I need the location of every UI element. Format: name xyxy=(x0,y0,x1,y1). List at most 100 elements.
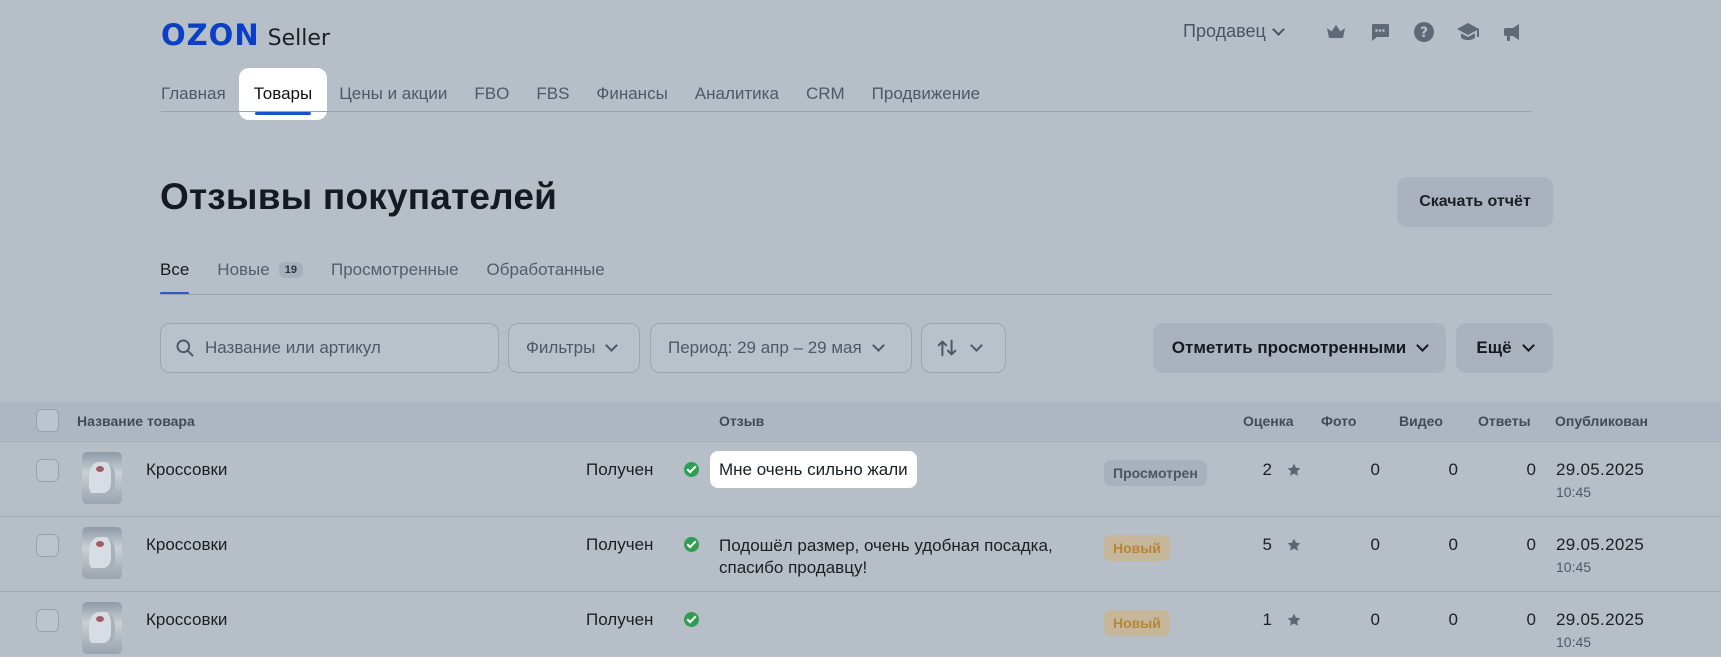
search-placeholder: Название или артикул xyxy=(205,338,381,357)
page-title: Отзывы покупателей xyxy=(160,176,558,217)
nav-item-fbo[interactable]: FBO xyxy=(474,77,509,111)
table-header: Название товара Отзыв Оценка Фото Видео … xyxy=(0,402,1721,440)
academy-icon[interactable] xyxy=(1455,19,1480,44)
crown-icon[interactable] xyxy=(1323,19,1348,44)
published-time: 10:45 xyxy=(1556,559,1592,575)
chevron-down-icon xyxy=(1416,339,1430,352)
nav-item-products[interactable]: Товары xyxy=(238,68,328,120)
column-rating[interactable]: Оценка xyxy=(1243,413,1294,429)
chevron-down-icon xyxy=(1271,22,1285,36)
rating-value: 2 xyxy=(1262,460,1272,479)
chevron-down-icon xyxy=(871,339,885,352)
product-thumbnail[interactable] xyxy=(82,527,122,579)
chevron-down-icon xyxy=(970,339,983,352)
column-published[interactable]: Опубликован xyxy=(1555,413,1648,429)
chevron-down-icon xyxy=(605,339,619,352)
nav-item-fbs[interactable]: FBS xyxy=(536,77,569,111)
video-count: 0 xyxy=(1448,460,1458,479)
review-text-line: Подошёл размер, очень удобная посадка, xyxy=(719,536,1053,555)
check-circle-icon xyxy=(684,537,699,552)
product-thumbnail[interactable] xyxy=(82,602,122,654)
help-icon[interactable]: ? xyxy=(1411,19,1436,44)
search-icon xyxy=(175,338,195,358)
check-circle-icon xyxy=(684,462,699,477)
answers-count: 0 xyxy=(1526,460,1536,479)
column-answers[interactable]: Ответы xyxy=(1478,413,1531,429)
more-button[interactable]: Ещё xyxy=(1456,323,1553,373)
mark-viewed-label: Отметить просмотренными xyxy=(1171,338,1407,357)
tab-viewed[interactable]: Просмотренные xyxy=(331,258,459,282)
megaphone-icon[interactable] xyxy=(1499,19,1524,44)
video-count: 0 xyxy=(1448,535,1458,554)
nav-item-prices[interactable]: Цены и акции xyxy=(339,77,447,111)
filters-label: Фильтры xyxy=(526,338,596,357)
nav-item-finance[interactable]: Финансы xyxy=(596,77,667,111)
nav-divider xyxy=(161,111,1531,112)
column-photo[interactable]: Фото xyxy=(1321,413,1356,429)
column-product[interactable]: Название товара xyxy=(77,413,195,429)
rating-value: 5 xyxy=(1262,535,1272,554)
published-time: 10:45 xyxy=(1556,634,1592,650)
period-label: Период: 29 апр – 29 мая xyxy=(668,338,862,357)
published-time: 10:45 xyxy=(1556,484,1592,500)
product-name[interactable]: Кроссовки xyxy=(146,535,227,555)
nav-item-analytics[interactable]: Аналитика xyxy=(695,77,779,111)
tab-processed-label: Обработанные xyxy=(486,260,605,279)
answers-count: 0 xyxy=(1526,535,1536,554)
ozon-seller-logo[interactable]: OZON Seller xyxy=(161,18,330,52)
status-badge: Новый xyxy=(1104,610,1170,636)
delivery-status: Получен xyxy=(586,535,654,554)
search-input[interactable]: Название или артикул xyxy=(160,323,499,373)
sort-icon xyxy=(936,337,958,359)
row-checkbox[interactable] xyxy=(36,609,59,632)
delivery-status: Получен xyxy=(586,460,654,479)
logo-ozon-text: OZON xyxy=(161,18,260,52)
table-row[interactable]: Кроссовки Получен Новый 1 0 0 0 29.05.20… xyxy=(0,591,1721,657)
table-row[interactable]: Кроссовки Получен Подошёл размер, очень … xyxy=(0,516,1721,591)
new-count-badge: 19 xyxy=(278,262,303,278)
answers-count: 0 xyxy=(1526,610,1536,629)
video-count: 0 xyxy=(1448,610,1458,629)
rating-value: 1 xyxy=(1262,610,1272,629)
nav-item-promotion[interactable]: Продвижение xyxy=(872,77,980,111)
period-dropdown[interactable]: Период: 29 апр – 29 мая xyxy=(650,323,912,373)
product-name[interactable]: Кроссовки xyxy=(146,610,227,630)
tab-processed[interactable]: Обработанные xyxy=(487,258,605,282)
tab-all[interactable]: Все xyxy=(160,258,190,295)
status-badge: Просмотрен xyxy=(1104,460,1207,486)
tab-viewed-label: Просмотренные xyxy=(330,260,459,279)
sort-dropdown[interactable] xyxy=(921,323,1006,373)
product-name[interactable]: Кроссовки xyxy=(146,460,227,480)
product-thumbnail[interactable] xyxy=(82,452,122,504)
chat-icon[interactable] xyxy=(1367,19,1392,44)
tab-all-label: Все xyxy=(160,260,190,279)
published-date: 29.05.2025 xyxy=(1556,535,1645,554)
star-icon xyxy=(1286,462,1302,478)
table-row[interactable]: Кроссовки Получен Мне очень сильно жали … xyxy=(0,441,1721,516)
photo-count: 0 xyxy=(1370,535,1380,554)
tab-new[interactable]: Новые 19 xyxy=(217,258,303,282)
select-all-checkbox[interactable] xyxy=(36,409,59,432)
tab-new-label: Новые xyxy=(217,260,270,279)
seller-menu-label: Продавец xyxy=(1183,21,1266,41)
star-icon xyxy=(1286,537,1302,553)
seller-menu[interactable]: Продавец xyxy=(1183,21,1285,42)
header-icons: ? xyxy=(1323,19,1524,44)
nav-item-crm[interactable]: CRM xyxy=(806,77,845,111)
review-text[interactable]: Мне очень сильно жали xyxy=(710,451,917,488)
row-checkbox[interactable] xyxy=(36,459,59,482)
photo-count: 0 xyxy=(1370,610,1380,629)
more-label: Ещё xyxy=(1476,338,1512,357)
top-navigation: Главная Товары Цены и акции FBO FBS Фина… xyxy=(161,68,1007,120)
svg-text:?: ? xyxy=(1419,25,1427,41)
check-circle-icon xyxy=(684,612,699,627)
filters-dropdown[interactable]: Фильтры xyxy=(508,323,640,373)
published-date: 29.05.2025 xyxy=(1556,460,1645,479)
mark-viewed-button[interactable]: Отметить просмотренными xyxy=(1153,323,1446,373)
column-review[interactable]: Отзыв xyxy=(719,413,764,429)
nav-item-main[interactable]: Главная xyxy=(161,77,226,111)
column-video[interactable]: Видео xyxy=(1399,413,1443,429)
review-text[interactable]: Подошёл размер, очень удобная посадка, с… xyxy=(719,535,1053,579)
row-checkbox[interactable] xyxy=(36,534,59,557)
download-report-button[interactable]: Скачать отчёт xyxy=(1397,177,1553,227)
